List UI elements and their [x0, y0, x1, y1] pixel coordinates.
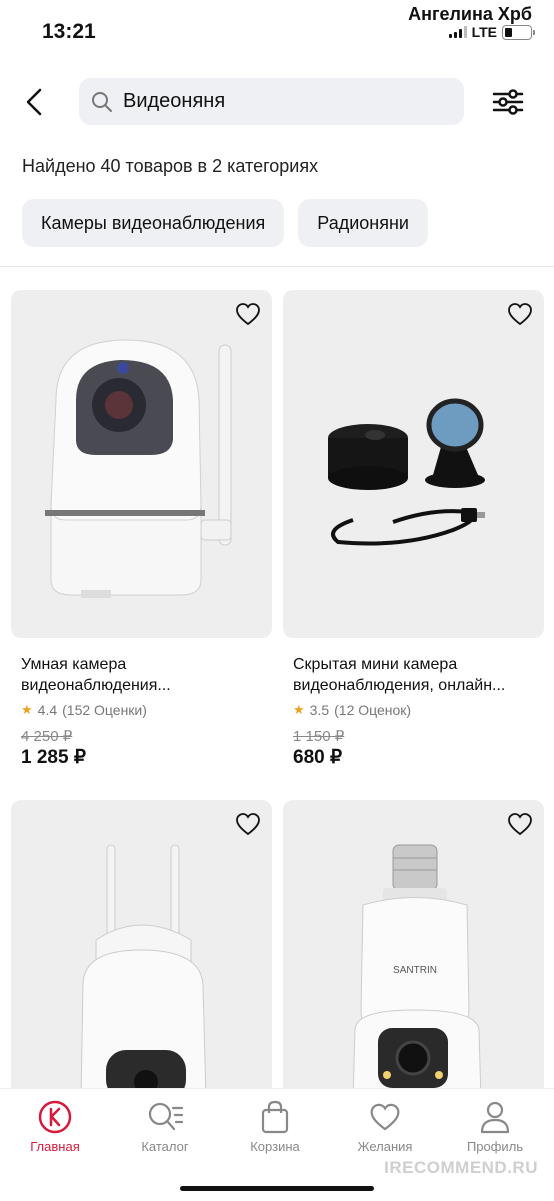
- old-price: 1 150 ₽: [293, 728, 345, 745]
- review-count: (12 Оценок): [334, 702, 412, 718]
- product-image[interactable]: SANTRIN: [283, 800, 544, 1100]
- tab-label: Каталог: [141, 1139, 189, 1154]
- catalog-search-icon: [148, 1102, 184, 1131]
- filter-button[interactable]: [490, 86, 526, 118]
- home-logo-icon: [38, 1100, 72, 1134]
- search-header: [0, 70, 554, 134]
- chip-cctv-cameras[interactable]: Камеры видеонаблюдения: [22, 199, 285, 247]
- heart-icon[interactable]: [234, 300, 262, 328]
- search-input[interactable]: [121, 89, 425, 114]
- category-chips: Камеры видеонаблюдения Радионяни: [22, 199, 428, 247]
- brand-logo: SANTRIN: [393, 965, 437, 976]
- shopping-bag-icon: [261, 1100, 289, 1134]
- divider: [0, 266, 554, 267]
- bulb-camera-image: SANTRIN: [352, 844, 482, 1100]
- tab-label: Главная: [30, 1139, 80, 1154]
- search-field[interactable]: [79, 78, 464, 125]
- rating-value: 3.5: [309, 702, 330, 718]
- bottom-tab-bar: Главная Каталог Корзина Желания Профиль: [0, 1088, 554, 1201]
- tab-profile[interactable]: Профиль: [440, 1097, 550, 1154]
- product-card[interactable]: SANTRIN: [283, 800, 544, 1100]
- product-title[interactable]: Умная камера видеонаблюдения...: [21, 654, 262, 696]
- battery-icon: [502, 24, 535, 40]
- heart-icon[interactable]: [506, 300, 534, 328]
- signal-icon: [448, 26, 467, 38]
- price: 1 285 ₽: [21, 747, 86, 768]
- product-rating: ★ 3.5 (12 Оценок): [293, 702, 534, 718]
- tab-wishlist[interactable]: Желания: [330, 1097, 440, 1154]
- heart-icon[interactable]: [234, 810, 262, 838]
- product-image[interactable]: [11, 290, 272, 638]
- home-indicator[interactable]: [180, 1186, 374, 1191]
- tab-home[interactable]: Главная: [0, 1097, 110, 1154]
- product-rating: ★ 4.4 (152 Оценки): [21, 702, 262, 718]
- user-icon: [480, 1101, 510, 1134]
- star-icon: ★: [293, 702, 305, 717]
- tab-label: Профиль: [466, 1139, 524, 1154]
- rating-value: 4.4: [37, 702, 58, 718]
- status-bar: 13:21 Ангелина Хрб LTE: [0, 0, 554, 60]
- product-image[interactable]: [283, 290, 544, 638]
- heart-icon[interactable]: [506, 810, 534, 838]
- product-card[interactable]: Умная камера видеонаблюдения... ★ 4.4 (1…: [11, 290, 272, 769]
- review-count: (152 Оценки): [62, 702, 147, 718]
- ptz-camera-image: [45, 339, 232, 598]
- tab-catalog[interactable]: Каталог: [110, 1097, 220, 1154]
- filter-sliders-icon: [492, 89, 524, 115]
- product-card[interactable]: [11, 800, 272, 1100]
- search-icon: [92, 91, 112, 112]
- product-card[interactable]: Скрытая мини камера видеонаблюдения, онл…: [283, 290, 544, 769]
- network-type: LTE: [471, 24, 497, 40]
- product-title[interactable]: Скрытая мини камера видеонаблюдения, онл…: [293, 654, 534, 696]
- tab-label: Корзина: [250, 1139, 300, 1154]
- results-count: Найдено 40 товаров в 2 категориях: [22, 156, 319, 176]
- network-indicators: LTE: [448, 24, 535, 40]
- old-price: 4 250 ₽: [21, 728, 73, 745]
- product-image[interactable]: [11, 800, 272, 1100]
- heart-icon: [370, 1103, 400, 1131]
- watermark: IRECOMMEND.RU: [384, 1158, 538, 1177]
- price: 680 ₽: [293, 747, 343, 768]
- chevron-left-icon: [26, 88, 42, 116]
- star-icon: ★: [21, 702, 33, 717]
- mini-camera-image: [328, 398, 485, 546]
- status-time: 13:21: [42, 20, 96, 43]
- tab-cart[interactable]: Корзина: [220, 1097, 330, 1154]
- chip-radio-nannies[interactable]: Радионяни: [298, 199, 428, 247]
- carrier-name: Ангелина Хрб: [408, 4, 532, 24]
- outdoor-camera-image: [80, 844, 207, 1100]
- back-button[interactable]: [20, 84, 52, 120]
- tab-label: Желания: [357, 1139, 413, 1154]
